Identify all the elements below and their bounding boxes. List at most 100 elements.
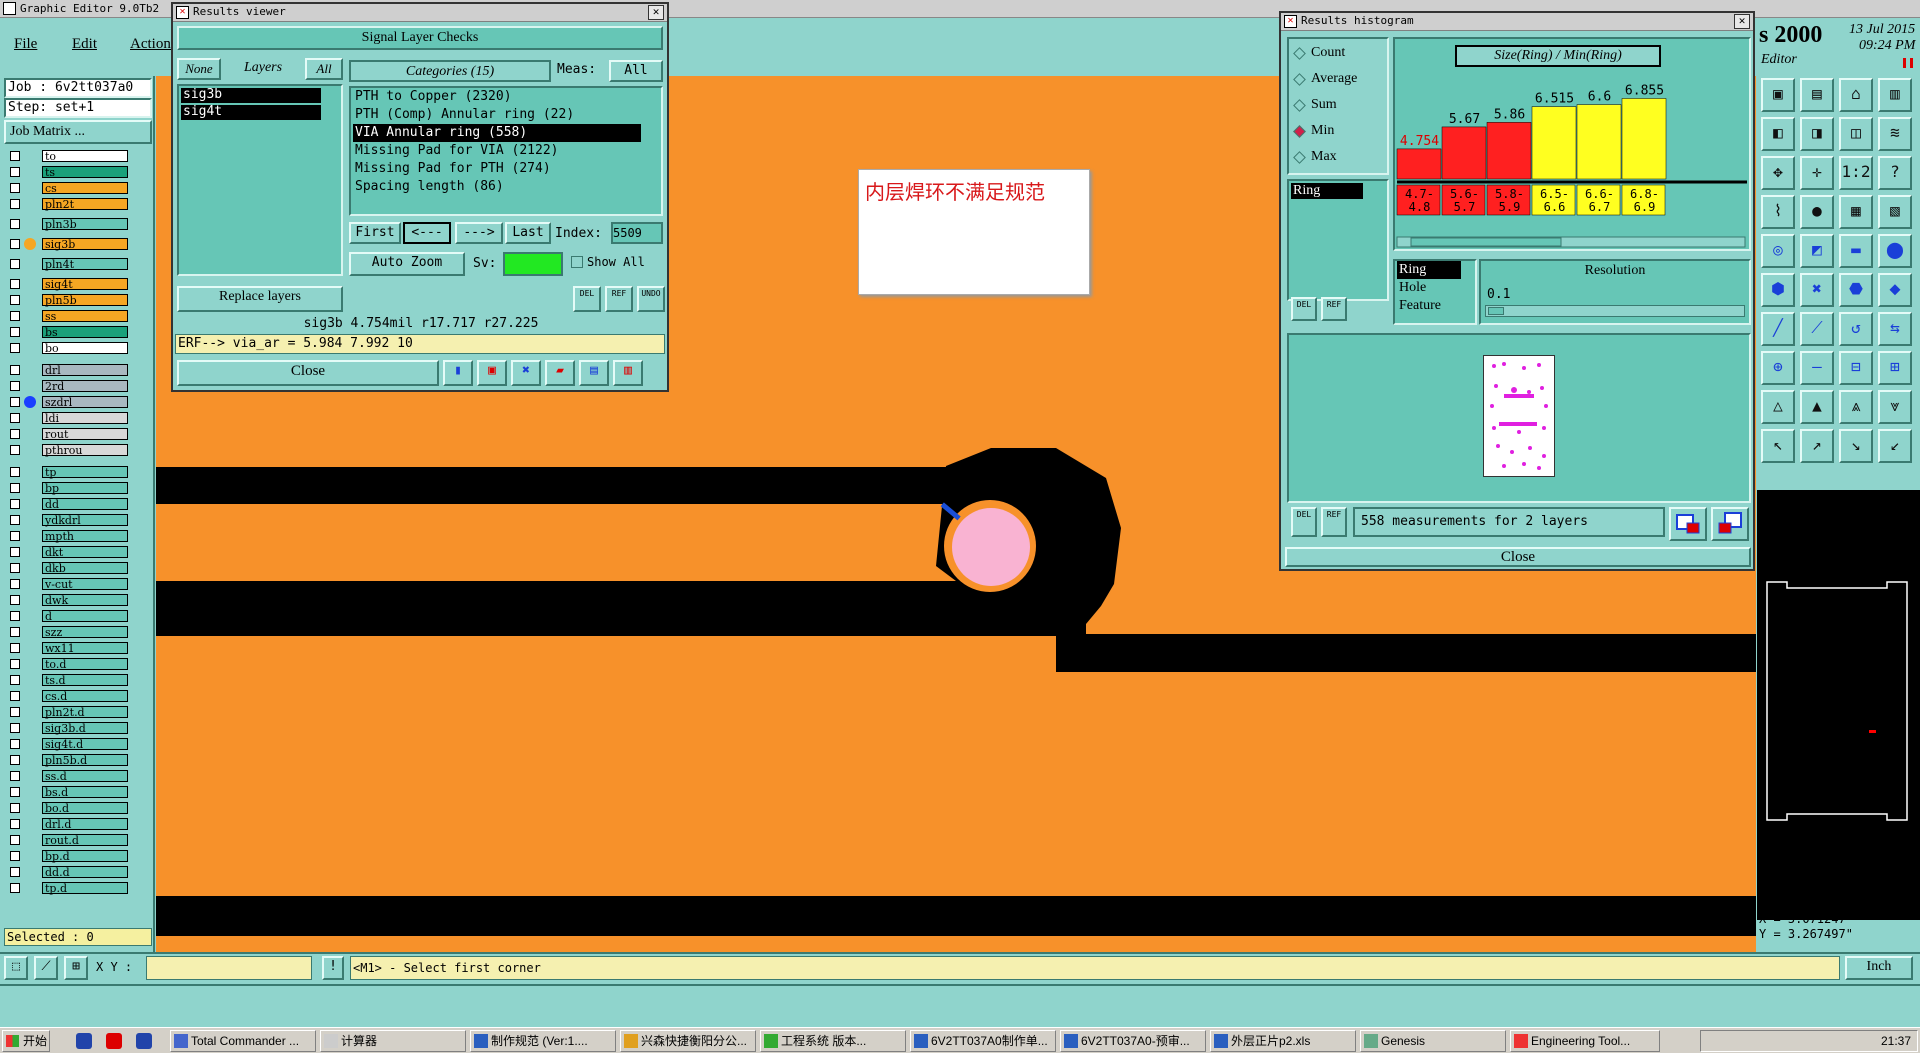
- preview-ref-button[interactable]: REF: [1321, 507, 1347, 537]
- feature-type-item[interactable]: Feature: [1397, 297, 1461, 315]
- tool-39-icon[interactable]: ↘: [1839, 429, 1873, 463]
- tool-37-icon[interactable]: ↖: [1761, 429, 1795, 463]
- rv-layer-item[interactable]: sig3b: [181, 88, 321, 103]
- mode-count[interactable]: Count: [1293, 43, 1389, 65]
- tool-4-icon[interactable]: ▥: [1878, 78, 1912, 112]
- layer-checkbox[interactable]: [10, 259, 20, 269]
- layer-row-wx11[interactable]: wx11: [6, 642, 128, 655]
- rv-category-item[interactable]: Missing Pad for PTH (274): [353, 160, 641, 178]
- tool-26-icon[interactable]: ⟋: [1800, 312, 1834, 346]
- tool-1-icon[interactable]: ▣: [1761, 78, 1795, 112]
- hist-bar[interactable]: [1576, 104, 1622, 180]
- histogram-icon[interactable]: ▥: [613, 360, 643, 386]
- none-button[interactable]: None: [177, 58, 221, 80]
- quicklaunch-2-icon[interactable]: [106, 1033, 122, 1049]
- layer-row-mpth[interactable]: mpth: [6, 530, 128, 543]
- layer-checkbox[interactable]: [10, 851, 20, 861]
- feature-type-list[interactable]: Ring Hole Feature: [1393, 259, 1477, 325]
- warning-icon[interactable]: !: [322, 956, 344, 980]
- layer-checkbox[interactable]: [10, 755, 20, 765]
- mode-average[interactable]: Average: [1293, 69, 1389, 91]
- layer-row-tp.d[interactable]: tp.d: [6, 882, 128, 895]
- chart-b-icon[interactable]: ▣: [477, 360, 507, 386]
- layer-checkbox[interactable]: [10, 595, 20, 605]
- tool-12-icon[interactable]: ?: [1878, 156, 1912, 190]
- layer-checkbox[interactable]: [10, 279, 20, 289]
- tool-8-icon[interactable]: ≋: [1878, 117, 1912, 151]
- hist-close-button[interactable]: Close: [1285, 547, 1751, 567]
- tool-3-icon[interactable]: ⌂: [1839, 78, 1873, 112]
- job-matrix-button[interactable]: Job Matrix ...: [4, 120, 152, 144]
- task-item[interactable]: 工程系统 版本...: [760, 1030, 906, 1052]
- layer-checkbox[interactable]: [10, 467, 20, 477]
- layer-checkbox[interactable]: [10, 787, 20, 797]
- layer-row-cs.d[interactable]: cs.d: [6, 690, 128, 703]
- tool-21-icon[interactable]: ⬢: [1761, 273, 1795, 307]
- overview-map[interactable]: [1757, 490, 1920, 920]
- hist-ref-button[interactable]: REF: [1321, 297, 1347, 321]
- chart-c-icon[interactable]: ✖: [511, 360, 541, 386]
- mode-max[interactable]: Max: [1293, 147, 1389, 169]
- layer-row-dkt[interactable]: dkt: [6, 546, 128, 559]
- layer-checkbox[interactable]: [10, 867, 20, 877]
- measure-mode-icon[interactable]: ⟋: [34, 956, 58, 980]
- layer-checkbox[interactable]: [10, 819, 20, 829]
- layer-checkbox[interactable]: [10, 691, 20, 701]
- tool-14-icon[interactable]: ●: [1800, 195, 1834, 229]
- layer-checkbox[interactable]: [10, 397, 20, 407]
- hist-scroll-thumb[interactable]: [1410, 237, 1562, 247]
- slider-handle[interactable]: [1488, 307, 1504, 315]
- menu-actions[interactable]: Actions: [130, 36, 177, 53]
- rv-category-item[interactable]: PTH to Copper (2320): [353, 88, 641, 106]
- task-item[interactable]: 制作规范 (Ver:1....: [470, 1030, 616, 1052]
- hist-bar[interactable]: [1441, 126, 1487, 180]
- tool-2-icon[interactable]: ▤: [1800, 78, 1834, 112]
- preview-del-button[interactable]: DEL: [1291, 507, 1317, 537]
- layer-row-ts.d[interactable]: ts.d: [6, 674, 128, 687]
- layer-row-dd.d[interactable]: dd.d: [6, 866, 128, 879]
- tool-36-icon[interactable]: ⩔: [1878, 390, 1912, 424]
- last-button[interactable]: Last: [505, 222, 551, 244]
- grid-mode-icon[interactable]: ⊞: [64, 956, 88, 980]
- layer-checkbox[interactable]: [10, 803, 20, 813]
- layer-row-ydkdrl[interactable]: ydkdrl: [6, 514, 128, 527]
- chart-d-icon[interactable]: ▰: [545, 360, 575, 386]
- layer-checkbox[interactable]: [10, 483, 20, 493]
- layer-row-pln2t[interactable]: pln2t: [6, 198, 128, 211]
- result-type-list[interactable]: Ring: [1287, 179, 1389, 301]
- layer-checkbox[interactable]: [10, 531, 20, 541]
- layer-checkbox[interactable]: [10, 365, 20, 375]
- show-all-checkbox[interactable]: [571, 256, 583, 268]
- layer-checkbox[interactable]: [10, 547, 20, 557]
- task-item[interactable]: Total Commander ...: [170, 1030, 316, 1052]
- mode-min[interactable]: Min: [1293, 121, 1389, 143]
- layer-checkbox[interactable]: [10, 611, 20, 621]
- quicklaunch-1-icon[interactable]: [76, 1033, 92, 1049]
- layer-row-rout[interactable]: rout: [6, 428, 128, 441]
- undo-button[interactable]: UNDO: [637, 286, 665, 312]
- tool-38-icon[interactable]: ↗: [1800, 429, 1834, 463]
- tool-28-icon[interactable]: ⇆: [1878, 312, 1912, 346]
- layer-checkbox[interactable]: [10, 239, 20, 249]
- tool-31-icon[interactable]: ⊟: [1839, 351, 1873, 385]
- tool-33-icon[interactable]: △: [1761, 390, 1795, 424]
- layer-row-pln5b.d[interactable]: pln5b.d: [6, 754, 128, 767]
- layer-checkbox[interactable]: [10, 295, 20, 305]
- chart-a-icon[interactable]: ▮: [443, 360, 473, 386]
- sv-color-select[interactable]: [503, 252, 563, 276]
- histogram-titlebar[interactable]: ✕ Results histogram ✕: [1281, 13, 1753, 31]
- meas-select[interactable]: All: [609, 60, 663, 82]
- index-input[interactable]: [611, 222, 663, 244]
- layer-checkbox[interactable]: [10, 151, 20, 161]
- tool-27-icon[interactable]: ↺: [1839, 312, 1873, 346]
- layer-checkbox[interactable]: [10, 219, 20, 229]
- tool-17-icon[interactable]: ◎: [1761, 234, 1795, 268]
- result-type-item[interactable]: Ring: [1291, 183, 1363, 199]
- layer-checkbox[interactable]: [10, 723, 20, 733]
- mode-sum[interactable]: Sum: [1293, 95, 1389, 117]
- layer-row-sig3b[interactable]: sig3b: [6, 238, 128, 251]
- layer-select-list[interactable]: sig3b sig4t: [177, 84, 343, 276]
- tool-16-icon[interactable]: ▧: [1878, 195, 1912, 229]
- layer-row-ldi[interactable]: ldi: [6, 412, 128, 425]
- tool-10-icon[interactable]: ✛: [1800, 156, 1834, 190]
